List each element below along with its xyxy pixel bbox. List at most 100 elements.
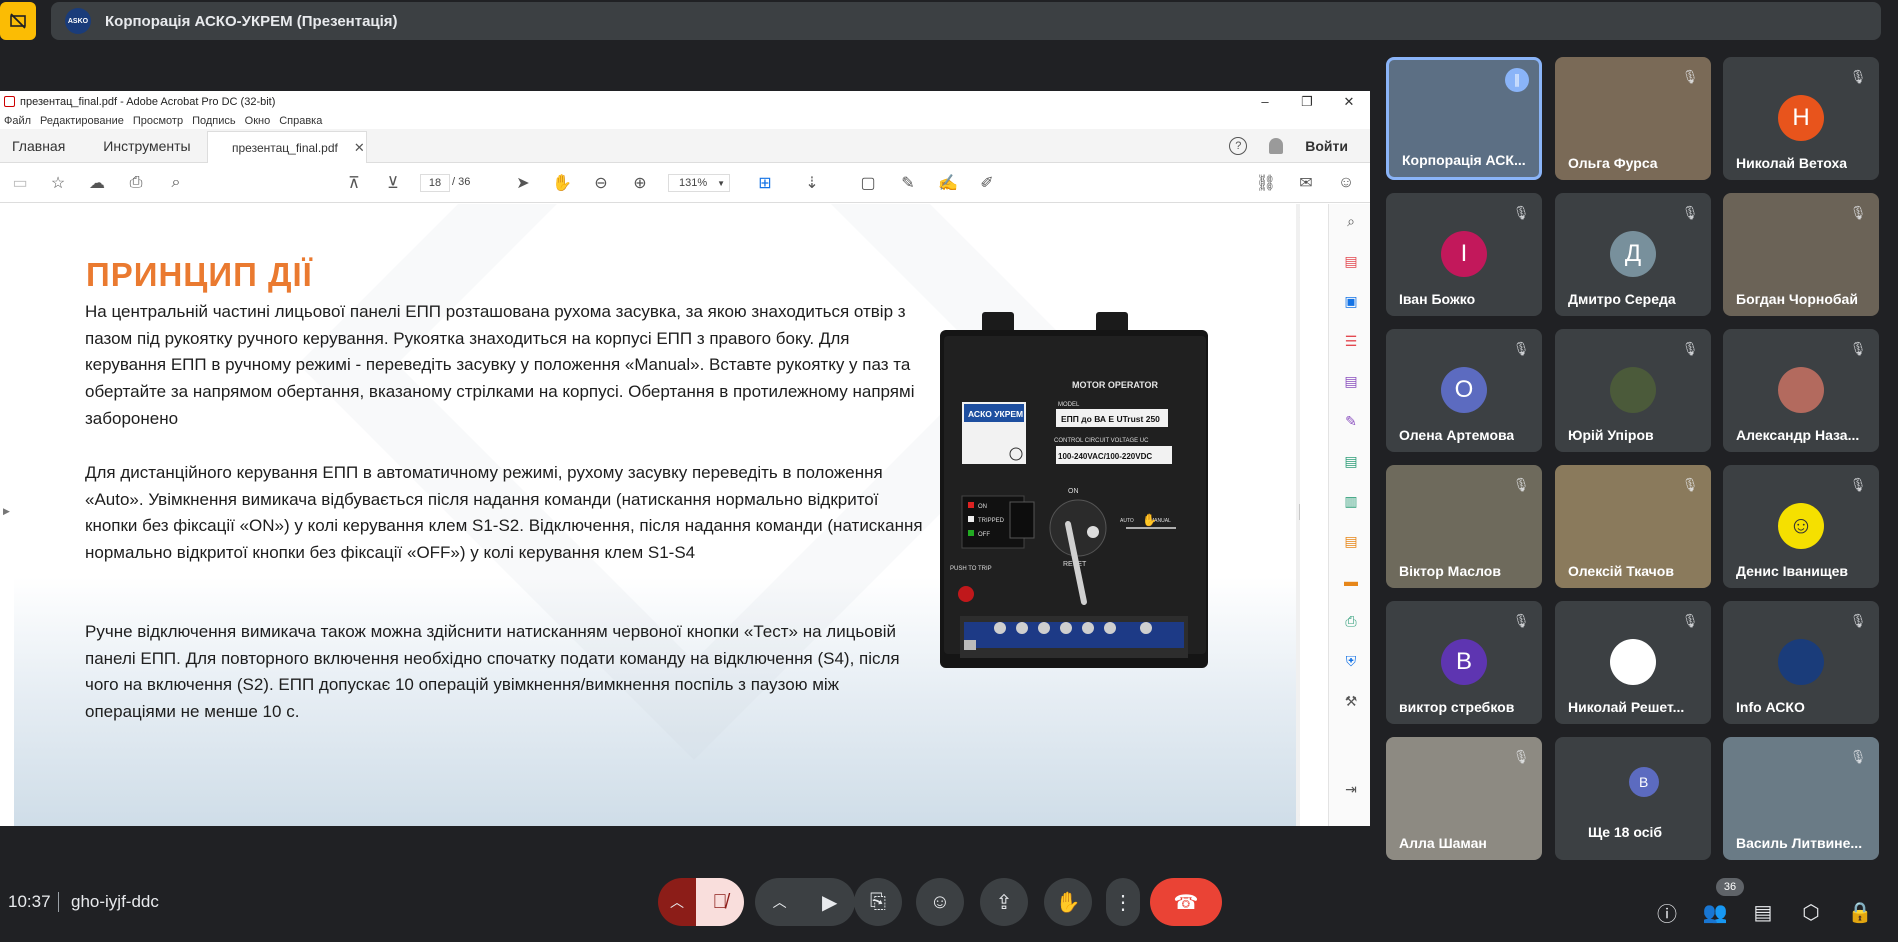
vertical-scrollbar[interactable]: ▲ ▼ [1296, 204, 1300, 826]
hand-tool-icon[interactable]: ✋ [552, 173, 572, 193]
close-icon[interactable]: ✕ [1328, 91, 1370, 112]
mail-icon[interactable]: ✉ [1296, 173, 1316, 193]
fit-page-icon[interactable]: ⊞ [755, 173, 775, 193]
participant-tile[interactable]: О 🎙 Олена Артемова [1386, 329, 1542, 452]
highlight-icon[interactable]: ✎ [898, 173, 918, 193]
participant-tile[interactable]: 🎙 Александр Наза... [1723, 329, 1879, 452]
zoom-out-icon[interactable]: ⊖ [591, 173, 611, 193]
mic-muted-button[interactable]: 🎙̸ [696, 878, 744, 926]
present-button[interactable]: ⇪ [980, 878, 1028, 926]
export-icon[interactable]: ▤ [1342, 452, 1360, 470]
participant-tile[interactable]: 🎙 Ольга Фурса [1555, 57, 1711, 180]
participant-tile[interactable]: 🎙 Олексій Ткачов [1555, 465, 1711, 588]
device-off: OFF [978, 532, 990, 538]
comment-tool-icon[interactable]: ▬ [1342, 572, 1360, 590]
upload-cloud-icon[interactable]: ☁ [87, 173, 107, 193]
zoom-select[interactable]: 131% ▼ [668, 174, 730, 192]
print-icon[interactable]: ⎙ [126, 173, 146, 193]
prev-page-icon[interactable]: ⊼ [344, 173, 364, 193]
tab-document[interactable]: презентац_final.pdf ✕ [207, 131, 367, 163]
menu-edit[interactable]: Редактирование [40, 115, 124, 127]
participant-tile[interactable]: В Ще 18 осіб [1555, 737, 1711, 860]
scan-icon[interactable]: ▥ [1342, 492, 1360, 510]
stamp-icon[interactable]: ✐ [977, 173, 997, 193]
mic-off-icon: 🎙 [1849, 613, 1867, 628]
participant-tile[interactable]: 🎙 Віктор Маслов [1386, 465, 1542, 588]
scroll-mode-icon[interactable]: ⇣ [802, 173, 822, 193]
participant-tile[interactable]: 🎙 Алла Шаман [1386, 737, 1542, 860]
participant-name: Николай Ветоха [1736, 155, 1848, 171]
star-icon[interactable]: ☆ [48, 173, 68, 193]
participant-tile[interactable]: 🎙 Василь Литвине... [1723, 737, 1879, 860]
captions-button[interactable]: ⎘ [854, 878, 902, 926]
device-voltage-label: CONTROL CIRCUIT VOLTAGE UC [1054, 438, 1149, 444]
participant-tile[interactable]: ☺ 🎙 Денис Іванищев [1723, 465, 1879, 588]
tab-home[interactable]: Главная [0, 138, 77, 154]
participant-tile[interactable]: 🎙 Юрій Упіров [1555, 329, 1711, 452]
export-pdf-icon[interactable]: ▤ [1342, 372, 1360, 390]
participant-tile[interactable]: 🎙 Николай Решет... [1555, 601, 1711, 724]
link-icon[interactable]: ⛓ [1256, 173, 1276, 193]
restore-icon[interactable]: ❐ [1286, 91, 1328, 112]
participant-tile[interactable]: 🎙 Info АСКО [1723, 601, 1879, 724]
fill-sign-icon[interactable]: ▤ [1342, 532, 1360, 550]
collapse-tools-icon[interactable]: ⇥ [1342, 780, 1360, 798]
help-icon[interactable]: ? [1229, 137, 1248, 155]
menu-sign[interactable]: Подпись [192, 115, 236, 127]
raise-hand-button[interactable]: ✋ [1044, 878, 1092, 926]
more-tools-icon[interactable]: ⚒ [1342, 692, 1360, 710]
page-number-input[interactable]: 18 [420, 174, 450, 192]
bell-icon[interactable] [1269, 138, 1284, 154]
save-icon[interactable]: ▭ [10, 173, 30, 193]
leave-call-button[interactable]: ☎ [1150, 878, 1222, 926]
mic-off-icon: 🎙 [1512, 613, 1530, 628]
edit-pdf-icon[interactable]: ✎ [1342, 412, 1360, 430]
tab-tools[interactable]: Инструменты [91, 138, 202, 154]
emoji-button[interactable]: ☺ [916, 878, 964, 926]
host-controls-icon[interactable]: 🔒 [1848, 900, 1873, 924]
left-pane-toggle-icon[interactable]: ▶ [3, 506, 10, 517]
menu-file[interactable]: Файл [4, 115, 31, 127]
participant-tile[interactable]: Н 🎙 Николай Ветоха [1723, 57, 1879, 180]
next-page-icon[interactable]: ⊻ [383, 173, 403, 193]
device-knob-on: ON [1068, 488, 1079, 495]
menu-help[interactable]: Справка [279, 115, 322, 127]
presentation-pill[interactable]: ASKO Корпорація АСКО-УКРЕМ (Презентація) [51, 2, 1881, 40]
camera-button[interactable]: ︿ ▶ [755, 878, 855, 926]
activities-icon[interactable]: ⬡ [1799, 900, 1823, 924]
more-options-button[interactable]: ⋮ [1106, 878, 1140, 926]
audio-options-button[interactable]: ︿ [658, 878, 696, 926]
more-vert-icon: ⋮ [1113, 891, 1133, 914]
print-production-icon[interactable]: ⎙ [1342, 612, 1360, 630]
signin-button[interactable]: Войти [1305, 138, 1348, 154]
chat-icon[interactable]: ▤ [1751, 900, 1775, 924]
scroll-down-icon[interactable]: ▼ [1298, 812, 1300, 822]
search-icon[interactable]: ⌕ [166, 173, 186, 193]
comment-icon[interactable]: ▢ [858, 173, 878, 193]
draw-icon[interactable]: ✍ [938, 173, 958, 193]
participant-tile[interactable]: І 🎙 Іван Божко [1386, 193, 1542, 316]
stop-presenting-icon[interactable] [0, 2, 36, 40]
participant-tile[interactable]: Д 🎙 Дмитро Середа [1555, 193, 1711, 316]
scroll-up-icon[interactable]: ▲ [1298, 210, 1300, 220]
people-icon[interactable]: 👥 [1703, 900, 1728, 924]
organize-pages-icon[interactable]: ☰ [1342, 332, 1360, 350]
combine-files-icon[interactable]: ▣ [1342, 292, 1360, 310]
menu-window[interactable]: Окно [245, 115, 271, 127]
zoom-tool-icon[interactable]: ⌕ [1342, 212, 1360, 230]
info-icon[interactable]: ⓘ [1655, 900, 1679, 926]
create-pdf-icon[interactable]: ▤ [1342, 252, 1360, 270]
select-arrow-icon[interactable]: ➤ [513, 173, 533, 193]
right-tools-pane: ⌕ ▤ ▣ ☰ ▤ ✎ ▤ ▥ ▤ ▬ ⎙ ⛨ ⚒ ⇥ [1328, 204, 1370, 826]
minimize-icon[interactable]: – [1244, 91, 1286, 112]
close-tab-icon[interactable]: ✕ [354, 140, 365, 156]
participant-tile[interactable]: 🎙 Богдан Чорнобай [1723, 193, 1879, 316]
participant-tile[interactable]: ∥ Корпорація АСК... [1386, 57, 1542, 180]
protect-icon[interactable]: ⛨ [1342, 652, 1360, 670]
add-user-icon[interactable]: ☺ [1336, 173, 1356, 193]
menu-view[interactable]: Просмотр [133, 115, 183, 127]
scroll-thumb[interactable] [1299, 504, 1300, 520]
document-view[interactable]: ПРИНЦИП ДІЇ На центральній частині лицьо… [0, 204, 1300, 826]
participant-tile[interactable]: В 🎙 виктор стребков [1386, 601, 1542, 724]
zoom-in-icon[interactable]: ⊕ [630, 173, 650, 193]
